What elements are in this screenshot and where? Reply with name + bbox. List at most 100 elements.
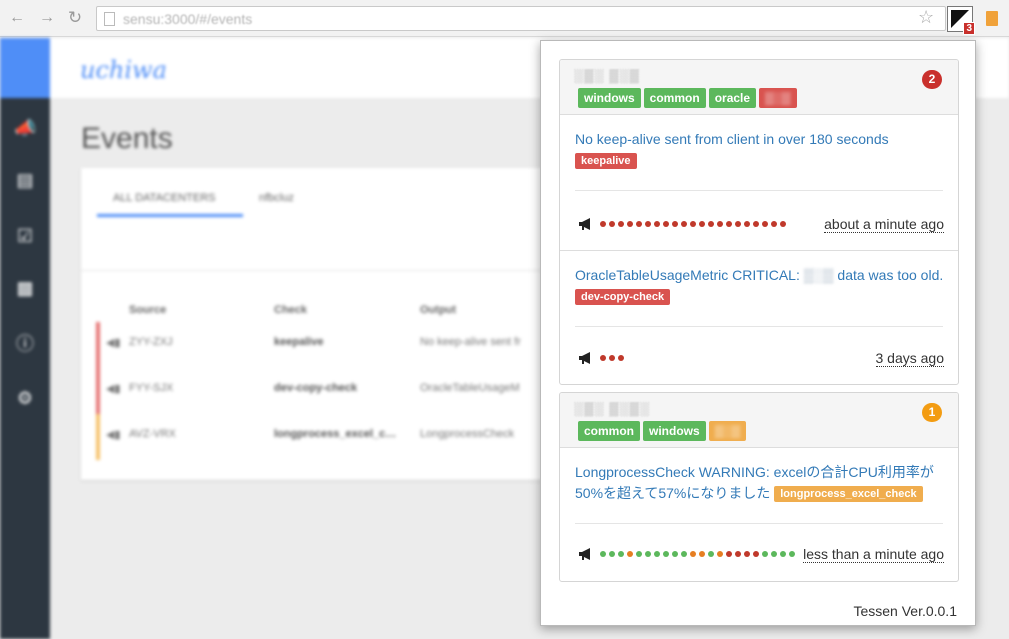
megaphone-icon [579, 218, 590, 230]
output-cell: No keep-alive sent fr [420, 336, 521, 348]
history-dot [609, 221, 615, 227]
history-dot [600, 355, 606, 361]
bookmark-star-icon[interactable]: ☆ [918, 7, 934, 28]
client-panel: ░▒░ ▒░▒ windows common oracle ▒░▒ 2 No k… [559, 59, 959, 385]
history-dot [726, 221, 732, 227]
column-output[interactable]: Output [420, 304, 456, 316]
history-dot [753, 551, 759, 557]
client-tags: common windows ▒░▒ [578, 421, 747, 441]
table-row[interactable]: ◀▮ ZYY-ZXJ keepalive No keep-alive sent fr [96, 322, 551, 368]
client-panel: ░▒░ ▒░▒░ common windows ▒░▒ 1 Longproces… [559, 392, 959, 582]
events-icon[interactable]: 📣 [14, 118, 36, 138]
history-dots [600, 221, 786, 227]
url-text: sensu:3000/#/events [123, 11, 253, 27]
history-dot [717, 551, 723, 557]
history-dot [663, 551, 669, 557]
check-label[interactable]: longprocess_excel_check [774, 486, 923, 502]
history-dot [681, 551, 687, 557]
forward-icon[interactable]: → [38, 9, 56, 27]
tag: oracle [708, 88, 757, 108]
history-dot [636, 551, 642, 557]
history-dot [672, 551, 678, 557]
checks-icon[interactable]: ☑ [14, 226, 36, 246]
client-header: ░▒░ ▒░▒░ common windows ▒░▒ 1 [560, 393, 958, 448]
back-icon[interactable]: ← [8, 9, 26, 27]
check-label[interactable]: dev-copy-check [575, 289, 671, 305]
history-dot [645, 221, 651, 227]
history-dot [762, 221, 768, 227]
divider [575, 326, 943, 327]
history-dot [780, 551, 786, 557]
history-dot [771, 551, 777, 557]
history-dot [780, 221, 786, 227]
time-ago: less than a minute ago [803, 546, 944, 563]
output-cell: OracleTableUsageM [420, 382, 520, 394]
table-row[interactable]: ◀▮ FYY-SJX dev-copy-check OracleTableUsageM [96, 368, 551, 414]
check-cell: longprocess_excel_c… [274, 428, 397, 440]
output-cell: LongprocessCheck [420, 428, 515, 440]
divider [575, 190, 943, 191]
history-dot [699, 551, 705, 557]
sidebar-top [0, 38, 50, 98]
history-dot [726, 551, 732, 557]
events-card: ALL DATACENTERS nfbcluz Source Check Out… [81, 168, 551, 480]
tag: ▒░▒ [759, 88, 797, 108]
column-source[interactable]: Source [129, 304, 166, 316]
event-footer: 3 days ago [578, 349, 944, 369]
history-dot [609, 551, 615, 557]
history-dot [618, 221, 624, 227]
check-label[interactable]: keepalive [575, 153, 637, 169]
history-dot [627, 221, 633, 227]
client-name: ░▒░ ▒░▒ [574, 68, 640, 83]
tag: ▒░▒ [708, 421, 747, 441]
page-icon [104, 12, 115, 26]
event-count-badge: 1 [922, 403, 942, 422]
clients-icon[interactable]: ▤ [14, 170, 36, 190]
history-dot [762, 551, 768, 557]
event-output[interactable]: OracleTableUsageMetric CRITICAL: ▒░▒ dat… [575, 265, 945, 307]
check-cell: keepalive [274, 336, 324, 348]
time-ago: about a minute ago [824, 216, 944, 233]
address-bar[interactable]: sensu:3000/#/events [96, 6, 946, 31]
time-ago: 3 days ago [875, 350, 944, 367]
history-dot [735, 551, 741, 557]
tab-all-datacenters[interactable]: ALL DATACENTERS [113, 192, 216, 204]
event-output[interactable]: No keep-alive sent from client in over 1… [575, 129, 945, 171]
event-footer: about a minute ago [578, 215, 944, 235]
history-dot [663, 221, 669, 227]
history-dot [627, 551, 633, 557]
extension-badge: 3 [963, 22, 975, 35]
table-row[interactable]: ◀▮ AVZ-VRX longprocess_excel_c… Longprocess… [96, 414, 551, 460]
tag: windows [643, 421, 706, 441]
history-dot [699, 221, 705, 227]
reload-icon[interactable]: ↻ [66, 9, 84, 27]
history-dot [600, 221, 606, 227]
history-dot [789, 551, 795, 557]
history-dot [600, 551, 606, 557]
tab-datacenter[interactable]: nfbcluz [259, 192, 294, 204]
history-dot [744, 221, 750, 227]
history-dot [681, 221, 687, 227]
history-dots [600, 355, 624, 361]
megaphone-icon: ◀▮ [106, 337, 121, 349]
settings-icon[interactable]: ⚙ [14, 388, 36, 408]
stashes-icon[interactable]: ▩ [14, 278, 36, 298]
megaphone-icon [579, 548, 590, 560]
client-header: ░▒░ ▒░▒ windows common oracle ▒░▒ 2 [560, 60, 958, 115]
history-dot [609, 355, 615, 361]
app-logo: uchiwa [80, 56, 167, 84]
client-tags: windows common oracle ▒░▒ [578, 88, 797, 108]
history-dot [672, 221, 678, 227]
column-check[interactable]: Check [274, 304, 307, 316]
tessen-extension-icon[interactable]: 3 [947, 6, 975, 35]
status-bar [96, 322, 100, 368]
history-dot [654, 551, 660, 557]
browser-menu-icon[interactable] [986, 11, 998, 26]
event-item: No keep-alive sent from client in over 1… [560, 115, 958, 251]
active-tab-indicator [97, 214, 243, 217]
event-output[interactable]: LongprocessCheck WARNING: excelの合計CPU利用率… [575, 462, 945, 504]
page-title: Events [81, 122, 173, 155]
info-icon[interactable]: ⓘ [14, 334, 36, 354]
history-dot [744, 551, 750, 557]
tessen-popup: ░▒░ ▒░▒ windows common oracle ▒░▒ 2 No k… [540, 40, 976, 626]
